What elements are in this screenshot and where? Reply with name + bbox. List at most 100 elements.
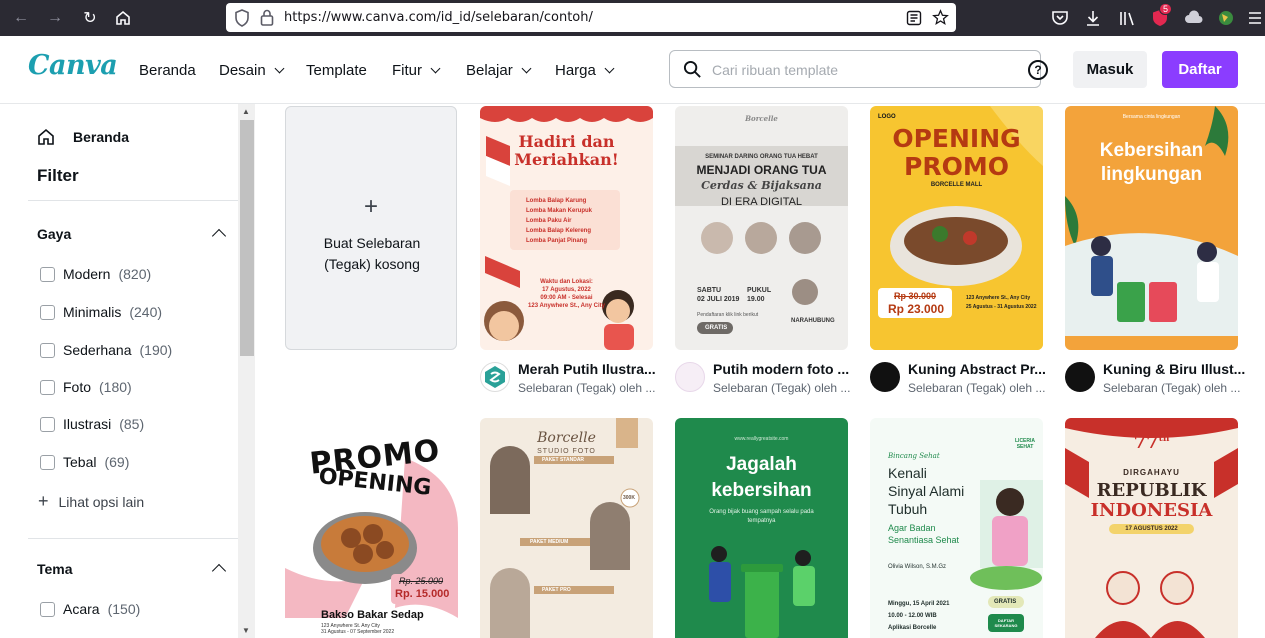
preview-time: 09:00 AM - Selesai: [540, 295, 593, 301]
nav-template[interactable]: Template: [306, 62, 367, 79]
help-icon[interactable]: ?: [1028, 60, 1048, 80]
creator-avatar: [480, 362, 510, 392]
preview-heading-2: PROMO: [904, 152, 1009, 181]
show-more-options-link[interactable]: + Lihat opsi lain: [38, 491, 144, 512]
template-subtitle: Selebaran (Tegak) oleh ...: [1103, 381, 1241, 395]
filter-option-tebal[interactable]: Tebal (69): [40, 454, 129, 470]
filter-option-sederhana[interactable]: Sederhana (190): [40, 342, 172, 358]
scroll-down-arrow-icon[interactable]: ▼: [242, 626, 250, 635]
nav-harga[interactable]: Harga: [555, 62, 615, 79]
preview-package-3: PAKET PRO: [542, 587, 571, 593]
option-count: (180): [99, 379, 132, 395]
scroll-up-arrow-icon[interactable]: ▲: [242, 107, 250, 116]
preview-new-price: Rp. 15.000: [395, 588, 450, 600]
download-icon[interactable]: [1083, 8, 1103, 28]
preview-speaker: Olivia Wilson, S.M.Gz: [888, 564, 947, 570]
back-icon[interactable]: ←: [10, 7, 32, 29]
preview-pukul: PUKUL: [747, 287, 772, 294]
option-label: Ilustrasi: [63, 416, 112, 432]
nav-belajar[interactable]: Belajar: [466, 62, 532, 79]
reload-icon[interactable]: ↻: [79, 7, 101, 29]
nav-fitur-label: Fitur: [392, 62, 422, 79]
pocket-icon[interactable]: [1050, 8, 1070, 28]
template-card-kuning-biru[interactable]: Bersama cinta lingkungan Kebersihan ling…: [1065, 106, 1238, 350]
preview-list: Lomba Balap Karung Lomba Makan Kerupuk L…: [526, 196, 592, 246]
preview-sub: STUDIO FOTO: [537, 448, 596, 455]
template-card-kenali-sinyal[interactable]: Bincang Sehat LICERIA SEHAT Kenali Sinya…: [870, 418, 1043, 638]
template-meta[interactable]: Putih modern foto ... Selebaran (Tegak) …: [675, 361, 850, 401]
template-card-kuning-abstract[interactable]: LOGO OPENING PROMO BORCELLE MALL Rp 30.0…: [870, 106, 1043, 350]
url-bar[interactable]: https://www.canva.com/id_id/selebaran/co…: [226, 3, 956, 32]
divider: [28, 200, 238, 201]
library-icon[interactable]: [1117, 8, 1137, 28]
option-count: (69): [104, 454, 130, 470]
canva-logo[interactable]: Canva: [28, 50, 118, 81]
chevron-down-icon: [521, 63, 532, 74]
menu-icon[interactable]: [1248, 8, 1262, 28]
template-card-studio-foto[interactable]: Borcelle STUDIO FOTO PAKET STANDAR PAKET…: [480, 418, 653, 638]
extension-shield-icon[interactable]: 5: [1150, 3, 1173, 28]
home-icon[interactable]: [112, 7, 134, 29]
bookmark-star-icon[interactable]: [932, 9, 949, 26]
reader-view-icon[interactable]: [906, 10, 922, 26]
sidebar-scrollbar-thumb[interactable]: [240, 120, 254, 356]
template-card-promo-opening[interactable]: PROMO OPENING Rp. 25.000 Rp. 15.000 Baks…: [285, 418, 458, 638]
checkbox[interactable]: [40, 416, 55, 432]
template-subtitle: Selebaran (Tegak) oleh ...: [518, 381, 656, 395]
section-title-gaya[interactable]: Gaya: [37, 226, 71, 242]
template-meta[interactable]: Kuning & Biru Illust... Selebaran (Tegak…: [1065, 361, 1245, 401]
template-meta[interactable]: Kuning Abstract Pr... Selebaran (Tegak) …: [870, 361, 1046, 401]
extension-cloud-icon[interactable]: [1184, 8, 1204, 28]
preview-heading-1: MENJADI ORANG TUA: [696, 163, 827, 177]
preview-heading-3: INDONESIA: [1090, 500, 1213, 521]
browser-toolbar: ← → ↻ https://www.canva.com/id_id/seleba…: [0, 0, 1265, 36]
template-meta[interactable]: Merah Putih Ilustra... Selebaran (Tegak)…: [480, 361, 656, 401]
checkbox[interactable]: [40, 379, 55, 395]
filter-option-minimalis[interactable]: Minimalis (240): [40, 304, 162, 320]
checkbox[interactable]: [40, 601, 55, 617]
template-card-jagalah[interactable]: www.reallygreatsite.com Jagalah kebersih…: [675, 418, 848, 638]
preview-heading-2: lingkungan: [1100, 164, 1203, 185]
filter-option-acara[interactable]: Acara (150): [40, 601, 140, 617]
chevron-down-icon: [430, 63, 441, 74]
chevron-up-icon[interactable]: [211, 563, 227, 579]
url-text[interactable]: https://www.canva.com/id_id/selebaran/co…: [284, 10, 593, 25]
lock-icon[interactable]: [260, 9, 274, 26]
filter-option-foto[interactable]: Foto (180): [40, 379, 132, 395]
template-card-putih-modern[interactable]: Borcelle SEMINAR DARING ORANG TUA HEBAT …: [675, 106, 848, 350]
login-button[interactable]: Masuk: [1073, 51, 1147, 88]
nav-fitur[interactable]: Fitur: [392, 62, 441, 79]
shield-icon[interactable]: [234, 9, 250, 27]
chevron-up-icon[interactable]: [211, 228, 227, 244]
signup-button[interactable]: Daftar: [1162, 51, 1238, 88]
preview-heading-2: Meriahkan!: [514, 150, 619, 169]
preview-new-price: Rp 23.000: [888, 302, 945, 316]
template-card-merah-putih[interactable]: Hadiri dan Meriahkan! Lomba Balap Karung…: [480, 106, 653, 350]
template-title: Putih modern foto ...: [713, 361, 850, 377]
preview-old-price: Rp 30.000: [894, 291, 937, 301]
filter-option-modern[interactable]: Modern (820): [40, 266, 151, 282]
preview-brand: LICERIA SEHAT: [1015, 438, 1035, 450]
checkbox[interactable]: [40, 454, 55, 470]
filter-option-ilustrasi[interactable]: Ilustrasi (85): [40, 416, 144, 432]
extension-globe-icon[interactable]: [1216, 8, 1236, 28]
checkbox[interactable]: [40, 304, 55, 320]
nav-beranda[interactable]: Beranda: [139, 62, 196, 79]
section-title-tema[interactable]: Tema: [37, 561, 73, 577]
create-blank-card[interactable]: + Buat Selebaran (Tegak) kosong: [285, 106, 457, 350]
preview-heading-3: Tubuh: [888, 501, 928, 517]
preview-number-suffix: th: [1158, 434, 1170, 444]
create-blank-label-line1: Buat Selebaran: [323, 235, 421, 251]
checkbox[interactable]: [40, 266, 55, 282]
preview-free: GRATIS: [994, 599, 1017, 605]
creator-avatar: [870, 362, 900, 392]
preview-contact: NARAHUBUNG: [791, 318, 835, 324]
creator-avatar: [675, 362, 705, 392]
template-card-dirgahayu[interactable]: 77th DIRGAHAYU REPUBLIK INDONESIA 17 AGU…: [1065, 418, 1238, 638]
forward-icon[interactable]: →: [44, 7, 66, 29]
search-input[interactable]: Cari ribuan template: [669, 50, 1041, 88]
checkbox[interactable]: [40, 342, 55, 358]
extension-badge: 5: [1159, 3, 1173, 15]
nav-desain[interactable]: Desain: [219, 62, 285, 79]
sidebar-home-link[interactable]: Beranda: [37, 128, 129, 146]
